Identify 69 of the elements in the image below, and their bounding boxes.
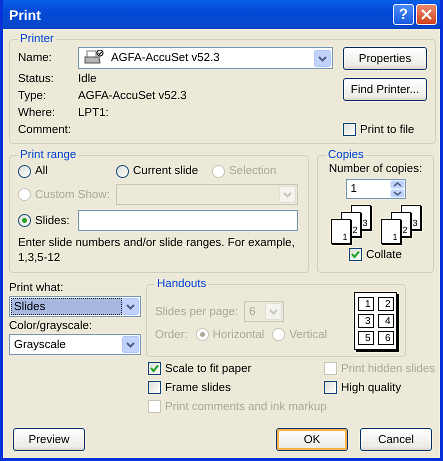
field-value: LPT1: — [78, 106, 109, 118]
spin-arrows-icon[interactable] — [390, 180, 404, 198]
field-label: Name: — [18, 52, 53, 64]
dropdown-value: 6 — [248, 304, 257, 320]
checkbox-label: Print hidden slides — [341, 362, 435, 374]
close-icon — [421, 9, 432, 20]
checkbox-label: Scale to fit paper — [165, 362, 252, 374]
checkbox-label: Frame slides — [165, 382, 231, 394]
field-value: AGFA-AccuSet v52.3 — [78, 90, 187, 102]
slide-slot: 6 — [378, 331, 394, 345]
checkbox-label: Collate — [366, 248, 402, 260]
checkbox[interactable] — [343, 123, 356, 136]
properties-button[interactable]: Properties — [343, 47, 427, 70]
page-sheet: 1 — [380, 219, 400, 244]
ok-button[interactable]: OK — [276, 428, 348, 451]
printer-dropdown[interactable]: AGFA-AccuSet v52.3 — [78, 47, 333, 69]
range-hint: Enter slide numbers and/or slide ranges. For example, 1,3,5-12 — [18, 236, 296, 266]
radio-button[interactable] — [18, 214, 31, 227]
radio-label: Custom Show: — [35, 188, 110, 200]
field-label: Comment: — [18, 124, 72, 136]
field-label: Order: — [155, 328, 188, 340]
group-title: Print range — [19, 149, 78, 161]
checkbox-label: High quality — [341, 382, 402, 394]
dropdown-value: Slides — [11, 298, 122, 315]
close-button[interactable] — [416, 4, 437, 25]
checkbox[interactable] — [148, 381, 161, 394]
window-title: Print — [9, 6, 42, 22]
field-label: Where: — [18, 106, 56, 118]
slide-slot: 2 — [378, 297, 394, 311]
radio-label: Horizontal — [212, 328, 264, 340]
group-title: Printer — [19, 33, 55, 45]
printer-icon — [84, 50, 104, 66]
copies-value: 1 — [350, 183, 358, 195]
slide-slot: 1 — [358, 297, 374, 311]
checkbox[interactable] — [148, 362, 161, 375]
radio-label: All — [35, 165, 48, 177]
copies-spinner[interactable]: 1 — [346, 179, 406, 199]
cancel-button[interactable]: Cancel — [360, 428, 432, 451]
slide-slot: 5 — [358, 331, 374, 345]
slides-field[interactable] — [78, 210, 298, 231]
color-dropdown[interactable]: Grayscale — [9, 334, 141, 355]
slide-slot: 3 — [358, 314, 374, 328]
radio-label: Current slide — [133, 165, 198, 177]
find-printer-button[interactable]: Find Printer... — [343, 78, 427, 101]
slide-slot: 4 — [378, 314, 394, 328]
field-label: Type: — [18, 90, 48, 102]
checkbox[interactable] — [349, 248, 362, 261]
radio-button[interactable] — [18, 164, 31, 178]
print-what-dropdown[interactable]: Slides — [9, 296, 141, 317]
help-button[interactable]: ? — [393, 4, 414, 25]
field-label: Slides per page: — [155, 306, 238, 318]
group-title: Handouts — [156, 278, 208, 290]
checkbox-label: Print comments and ink markup — [165, 400, 327, 412]
checkbox[interactable] — [324, 381, 337, 394]
radio-label: Selection — [229, 165, 276, 177]
field-label: Number of copies: — [328, 163, 422, 175]
radio-button[interactable] — [116, 164, 129, 178]
field-label: Print what: — [9, 282, 64, 294]
radio-label: Slides: — [35, 214, 70, 226]
field-label: Status: — [18, 72, 55, 84]
group-title: Copies — [327, 149, 365, 161]
field-label: Color/grayscale: — [9, 320, 94, 332]
field-value: Idle — [78, 72, 97, 84]
radio-label: Vertical — [289, 328, 328, 340]
checkbox-label: Print to file — [360, 124, 414, 136]
page-sheet: 1 — [330, 219, 350, 244]
printer-name: AGFA-AccuSet v52.3 — [110, 51, 221, 66]
preview-button[interactable]: Preview — [13, 428, 85, 451]
dropdown-value: Grayscale — [13, 338, 67, 352]
